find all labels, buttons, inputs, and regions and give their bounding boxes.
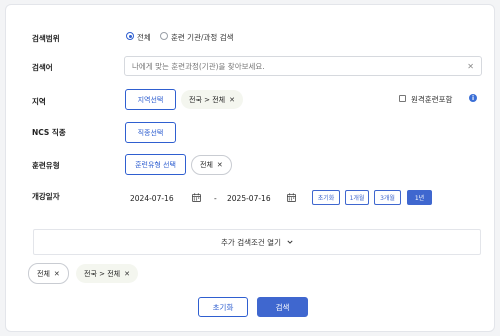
calendar-icon[interactable]: [192, 193, 201, 202]
region-chip: 전국 > 전체 ✕: [181, 90, 243, 109]
period-1month-button[interactable]: 1개월: [345, 190, 369, 205]
date-separator: -: [214, 194, 217, 203]
start-date-from[interactable]: 2024-07-16: [130, 194, 174, 203]
remote-training-checkbox[interactable]: [399, 95, 406, 102]
scope-label: 검색범위: [32, 34, 60, 43]
selected-filter-chip: 전국 > 전체 ✕: [76, 264, 138, 283]
keyword-label: 검색어: [32, 63, 53, 72]
remove-chip-icon[interactable]: ✕: [54, 270, 60, 278]
selected-filter-chip: 전체 ✕: [28, 263, 69, 284]
keyword-input[interactable]: 나에게 맞는 훈련과정(기관)을 찾아보세요. ✕: [124, 56, 482, 76]
region-chip-label: 전국 > 전체: [189, 95, 226, 104]
reset-button[interactable]: 초기화: [198, 297, 248, 317]
region-label: 지역: [32, 97, 46, 106]
ncs-label: NCS 직종: [32, 128, 66, 137]
search-filter-card: 검색범위 전체 훈련 기관/과정 검색 검색어 나에게 맞는 훈련과정(기관)을…: [5, 4, 495, 332]
remote-training-label[interactable]: 원격훈련포함: [411, 94, 452, 105]
start-date-to[interactable]: 2025-07-16: [227, 194, 271, 203]
more-conditions-toggle[interactable]: 추가 검색조건 열기: [33, 229, 481, 255]
remove-chip-icon[interactable]: ✕: [229, 96, 235, 104]
calendar-icon[interactable]: [287, 193, 296, 202]
scope-radio-institution[interactable]: [160, 32, 168, 40]
keyword-placeholder: 나에게 맞는 훈련과정(기관)을 찾아보세요.: [132, 61, 265, 71]
training-type-chip-label: 전체: [200, 161, 213, 169]
selected-filter-label: 전체: [37, 269, 50, 278]
info-icon[interactable]: i: [469, 94, 477, 102]
training-type-select-button[interactable]: 훈련유형 선택: [125, 154, 186, 175]
scope-radio-all-label[interactable]: 전체: [137, 32, 151, 43]
scope-radio-all[interactable]: [126, 32, 134, 40]
start-date-label: 개강일자: [32, 192, 60, 201]
ncs-select-button[interactable]: 직종선택: [125, 122, 176, 143]
region-select-button[interactable]: 지역선택: [125, 89, 176, 110]
more-conditions-label: 추가 검색조건 열기: [221, 237, 281, 247]
scope-radio-institution-label[interactable]: 훈련 기관/과정 검색: [171, 32, 234, 43]
period-3month-button[interactable]: 3개월: [374, 190, 401, 205]
training-type-chip: 전체 ✕: [191, 155, 232, 175]
chevron-down-icon: [287, 240, 293, 244]
selected-filter-label: 전국 > 전체: [84, 269, 121, 278]
close-icon[interactable]: ✕: [467, 62, 474, 71]
period-1year-button[interactable]: 1년: [407, 190, 432, 205]
training-type-label: 훈련유형: [32, 161, 60, 170]
period-reset-button[interactable]: 초기화: [312, 190, 340, 205]
remove-chip-icon[interactable]: ✕: [124, 270, 130, 278]
remove-chip-icon[interactable]: ✕: [217, 161, 223, 169]
search-button[interactable]: 검색: [257, 297, 308, 317]
